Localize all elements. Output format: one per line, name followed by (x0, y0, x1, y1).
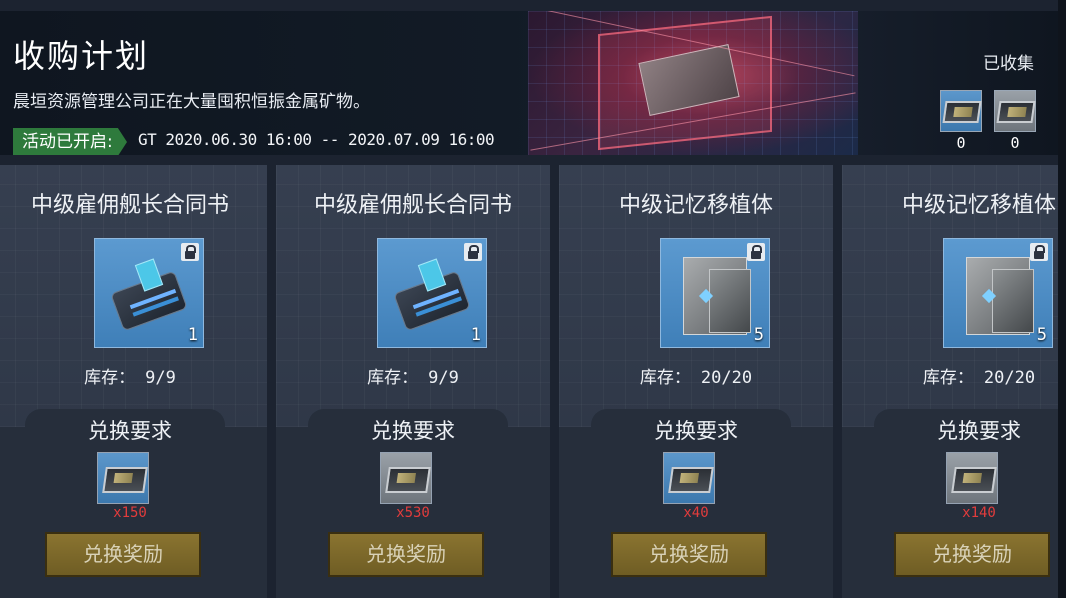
reward-quantity: 5 (753, 325, 764, 345)
requirement-count: x530 (396, 505, 430, 521)
stock-label: 库存： (367, 368, 419, 388)
page-title: 收购计划 (13, 37, 150, 75)
reward-quantity: 1 (470, 325, 481, 345)
stock-info: 库存： 20/20 (559, 363, 833, 388)
grey-mineral-icon[interactable] (994, 90, 1036, 132)
stock-label: 库存： (639, 368, 691, 388)
stock-value: 20/20 (983, 368, 1036, 388)
exchange-card: 中级雇佣舰长合同书 1 库存： 9/9 兑换要求 x150 兑换奖励 (0, 165, 267, 598)
stock-value: 9/9 (428, 368, 459, 388)
collected-label: 已收集 (983, 54, 1034, 74)
grey-mineral-icon[interactable] (946, 452, 998, 504)
requirement-label: 兑换要求 (371, 419, 455, 443)
event-date-range: GT 2020.06.30 16:00 -- 2020.07.09 16:00 (138, 130, 495, 149)
exchange-reward-button[interactable]: 兑换奖励 (611, 532, 767, 577)
requirement-label: 兑换要求 (88, 419, 172, 443)
lock-icon (464, 243, 482, 261)
captain-contract-icon[interactable]: 1 (377, 238, 487, 348)
stock-label: 库存： (84, 368, 136, 388)
collected-blue-count: 0 (956, 134, 966, 152)
collected-grey-count: 0 (1010, 134, 1020, 152)
requirement-count: x150 (113, 505, 147, 521)
reward-quantity: 1 (187, 325, 198, 345)
lock-icon (1030, 243, 1048, 261)
lock-icon (181, 243, 199, 261)
stock-info: 库存： 20/20 (842, 363, 1058, 388)
grey-mineral-icon[interactable] (380, 452, 432, 504)
exchange-reward-button[interactable]: 兑换奖励 (328, 532, 484, 577)
exchange-card: 中级雇佣舰长合同书 1 库存： 9/9 兑换要求 x530 兑换奖励 (276, 165, 550, 598)
event-status-badge: 活动已开启: (13, 128, 127, 155)
reward-title: 中级记忆移植体 (901, 193, 1056, 218)
exchange-card: 中级记忆移植体 5 库存： 20/20 兑换要求 x40 兑换奖励 (559, 165, 833, 598)
blue-mineral-icon[interactable] (663, 452, 715, 504)
blue-mineral-icon[interactable] (97, 452, 149, 504)
lock-icon (747, 243, 765, 261)
stock-info: 库存： 9/9 (0, 363, 267, 388)
exchange-reward-button[interactable]: 兑换奖励 (45, 532, 201, 577)
banner-artwork (528, 11, 858, 155)
requirement-count: x40 (683, 505, 709, 521)
reward-title: 中级记忆移植体 (618, 193, 773, 218)
stock-value: 9/9 (145, 368, 176, 388)
memory-implant-icon[interactable]: 5 (660, 238, 770, 348)
memory-implant-icon[interactable]: 5 (943, 238, 1053, 348)
requirement-label: 兑换要求 (937, 419, 1021, 443)
requirement-label: 兑换要求 (654, 419, 738, 443)
reward-quantity: 5 (1036, 325, 1047, 345)
exchange-reward-button[interactable]: 兑换奖励 (894, 532, 1050, 577)
blue-mineral-icon[interactable] (940, 90, 982, 132)
event-description: 晨垣资源管理公司正在大量囤积恒振金属矿物。 (13, 92, 370, 112)
requirement-count: x140 (962, 505, 996, 521)
captain-contract-icon[interactable]: 1 (94, 238, 204, 348)
reward-title: 中级雇佣舰长合同书 (313, 193, 512, 218)
reward-title: 中级雇佣舰长合同书 (30, 193, 229, 218)
stock-info: 库存： 9/9 (276, 363, 550, 388)
event-banner: 收购计划 晨垣资源管理公司正在大量囤积恒振金属矿物。 活动已开启: GT 202… (0, 11, 1058, 155)
stock-value: 20/20 (700, 368, 753, 388)
exchange-card: 中级记忆移植体 5 库存： 20/20 兑换要求 x140 兑换奖励 (842, 165, 1058, 598)
stock-label: 库存： (922, 368, 974, 388)
scroll-edge (1058, 0, 1066, 598)
